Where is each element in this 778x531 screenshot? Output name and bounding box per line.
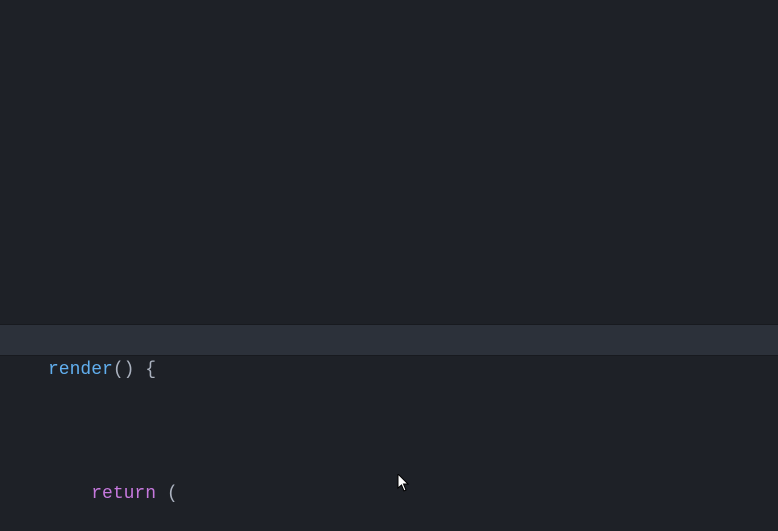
mouse-cursor-icon: [397, 474, 411, 492]
line-separator: [0, 324, 778, 325]
method-name: render: [48, 360, 113, 380]
paren: (: [156, 484, 178, 504]
code-line[interactable]: render() {: [0, 341, 778, 386]
keyword-return: return: [91, 484, 156, 504]
code-block[interactable]: render() { return ( <div className={s.ap…: [0, 248, 778, 531]
parens: (): [113, 360, 135, 380]
line-separator: [0, 355, 778, 356]
brace: {: [134, 360, 156, 380]
code-editor[interactable]: render() { return ( <div className={s.ap…: [0, 0, 778, 531]
code-line[interactable]: return (: [0, 479, 778, 510]
